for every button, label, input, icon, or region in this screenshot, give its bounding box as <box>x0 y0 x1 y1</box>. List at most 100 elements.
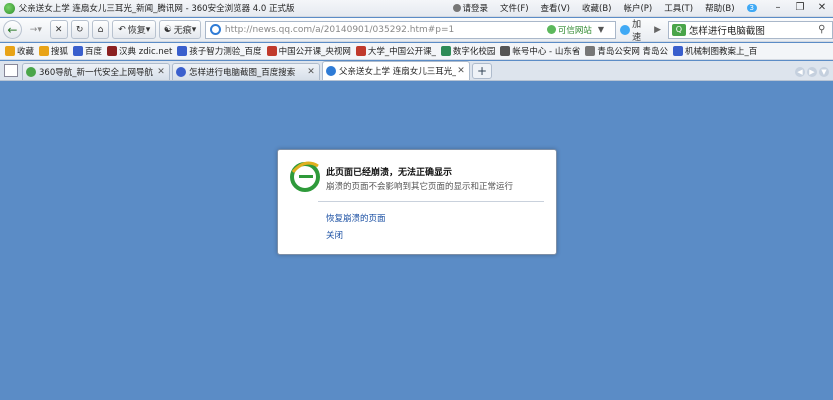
undo-icon: ↶ <box>118 24 126 35</box>
crash-title: 此页面已经崩溃，无法正确显示 <box>326 168 453 178</box>
menu-account[interactable]: 帐户(P) <box>623 2 652 14</box>
tab-bar: 360导航_新一代安全上网导航 ✕ 怎样进行电脑截图_百度搜索 ✕ 父亲送女上学 连扇女… <box>0 61 833 81</box>
menu-view[interactable]: 查看(V) <box>541 2 570 14</box>
divider <box>318 201 544 202</box>
favorites-bar: 收藏 搜狐 百度 汉典 zdic.net 孩子智力测验_百度 中国公开课_央视网 大学_中国… <box>0 43 833 60</box>
tab-scroll-controls: ◀ ▶ ▼ <box>793 67 829 77</box>
tab-favicon-icon <box>176 67 186 77</box>
minimize-button[interactable]: – <box>767 0 789 16</box>
account-icon <box>500 46 511 56</box>
menu-favorites[interactable]: 收藏(B) <box>582 2 611 14</box>
favorite-item[interactable]: 百度 <box>73 45 102 57</box>
favorite-label: 百度 <box>85 47 103 57</box>
browser-tab[interactable]: 怎样进行电脑截图_百度搜索 ✕ <box>172 63 320 80</box>
search-icon[interactable]: ⚲ <box>818 24 832 35</box>
address-bar[interactable]: http://news.qq.com/a/20140901/035292.htm… <box>204 20 617 39</box>
favorite-label: 搜狐 <box>51 47 69 57</box>
page-icon <box>209 24 221 35</box>
tab-scroll-left-icon[interactable]: ◀ <box>795 67 805 77</box>
menu-file[interactable]: 文件(F) <box>500 2 529 14</box>
favorite-label: 帐号中心 - 山东省 <box>512 47 581 57</box>
favorite-label: 数字化校园 <box>452 47 496 57</box>
forward-button[interactable]: →▾ <box>25 20 47 39</box>
favorite-item[interactable]: 中国公开课_央视网 <box>266 45 351 57</box>
close-window-button[interactable]: ✕ <box>811 0 833 16</box>
menu-bar: 请登录 文件(F) 查看(V) 收藏(B) 帐户(P) 工具(T) 帮助(B) … <box>447 2 764 14</box>
refresh-button[interactable]: ↻ <box>70 20 89 39</box>
baidu-icon <box>177 46 188 56</box>
favorite-label: 中国公开课_央视网 <box>278 47 351 57</box>
baidu-icon <box>73 46 84 56</box>
browser-tab[interactable]: 360导航_新一代安全上网导航 ✕ <box>22 63 170 80</box>
campus-icon <box>440 46 451 56</box>
login-menu[interactable]: 请登录 <box>452 2 488 14</box>
favorite-label: 收藏 <box>17 47 35 57</box>
favorite-item[interactable]: 数字化校园 <box>440 45 496 57</box>
search-box[interactable]: Q 怎样进行电脑截图 ⚲ <box>667 20 833 39</box>
favorite-item[interactable]: 机械制图教案上_百 <box>673 45 757 57</box>
incognito-button[interactable]: ☯ 无痕 ▾ <box>159 20 201 39</box>
maximize-button[interactable]: ❐ <box>789 0 811 16</box>
search-engine-icon[interactable]: Q <box>671 23 686 36</box>
browser-logo-icon <box>4 2 15 14</box>
sidebar-toggle-icon[interactable] <box>4 64 18 77</box>
police-icon <box>585 46 596 56</box>
favorite-label: 大学_中国公开课_ <box>367 47 436 57</box>
navigation-bar: ← →▾ ✕ ↻ ⌂ ↶ 恢复 ▾ ☯ 无痕 ▾ http://news.qq.com/… <box>0 17 833 43</box>
title-bar: 父亲送女上学 连扇女儿三耳光_新闻_腾讯网 - 360安全浏览器 4.0 正式版… <box>0 0 833 17</box>
tab-label: 父亲送女上学 连扇女儿三耳光_ <box>339 67 456 77</box>
ie-logo-icon <box>290 161 320 192</box>
baidu-icon <box>673 46 684 56</box>
tab-strip: 360导航_新一代安全上网导航 ✕ 怎样进行电脑截图_百度搜索 ✕ 父亲送女上学 连扇女… <box>22 61 472 80</box>
window-controls: – ❐ ✕ <box>767 0 833 16</box>
tab-favicon-icon <box>26 67 36 77</box>
search-input[interactable]: 怎样进行电脑截图 <box>689 23 818 37</box>
star-icon <box>5 46 15 56</box>
speed-up-button[interactable]: 加速 <box>620 17 650 43</box>
url-input[interactable]: http://news.qq.com/a/20140901/035292.htm… <box>225 25 547 35</box>
back-button[interactable]: ← <box>3 20 22 39</box>
cctv-icon <box>355 46 366 56</box>
window-title: 父亲送女上学 连扇女儿三耳光_新闻_腾讯网 - 360安全浏览器 4.0 正式版 <box>18 4 295 14</box>
favorite-label: 青岛公安网 青岛公 <box>597 47 669 57</box>
notification-badge[interactable]: 3 <box>746 4 757 12</box>
tab-close-icon[interactable]: ✕ <box>456 66 466 76</box>
incognito-icon: ☯ <box>163 24 172 35</box>
tab-label: 360导航_新一代安全上网导航 <box>39 68 153 78</box>
restore-button[interactable]: ↶ 恢复 ▾ <box>112 20 157 39</box>
tab-label: 怎样进行电脑截图_百度搜索 <box>189 68 296 78</box>
favorite-label: 汉典 zdic.net <box>119 47 173 57</box>
shield-icon <box>546 25 556 34</box>
tab-favicon-icon <box>326 66 336 76</box>
lightning-icon <box>620 24 631 35</box>
restore-page-link[interactable]: 恢复崩溃的页面 <box>326 212 386 224</box>
favorite-item[interactable]: 帐号中心 - 山东省 <box>500 45 580 57</box>
browser-tab[interactable]: 父亲送女上学 连扇女儿三耳光_ ✕ <box>322 61 470 80</box>
sohu-icon <box>39 46 50 56</box>
tab-close-icon[interactable]: ✕ <box>306 67 316 77</box>
stop-button[interactable]: ✕ <box>49 20 68 39</box>
trusted-site-badge[interactable]: 可信网站 <box>546 24 592 36</box>
favorite-item[interactable]: 青岛公安网 青岛公 <box>585 45 668 57</box>
tab-scroll-right-icon[interactable]: ▶ <box>807 67 817 77</box>
address-dropdown-icon[interactable]: ▼ <box>595 25 607 34</box>
menu-help[interactable]: 帮助(B) <box>705 2 734 14</box>
favorite-label: 孩子智力测验_百度 <box>189 47 262 57</box>
zdic-icon <box>107 46 118 56</box>
tab-close-icon[interactable]: ✕ <box>156 67 166 77</box>
crash-description: 崩溃的页面不会影响到其它页面的显示和正常运行 <box>326 182 514 192</box>
menu-tools[interactable]: 工具(T) <box>664 2 693 14</box>
favorite-item[interactable]: 收藏 <box>5 45 34 57</box>
favorite-label: 机械制图教案上_百 <box>685 47 758 57</box>
user-icon <box>452 4 461 12</box>
favorite-item[interactable]: 搜狐 <box>39 45 68 57</box>
favorite-item[interactable]: 大学_中国公开课_ <box>355 45 436 57</box>
go-arrow-icon[interactable]: ▶ <box>654 25 666 35</box>
home-button[interactable]: ⌂ <box>91 20 110 39</box>
new-tab-button[interactable]: + <box>472 63 492 79</box>
favorite-item[interactable]: 汉典 zdic.net <box>107 45 172 57</box>
cctv-icon <box>266 46 277 56</box>
tab-list-icon[interactable]: ▼ <box>819 67 829 77</box>
close-link[interactable]: 关闭 <box>326 229 343 241</box>
favorite-item[interactable]: 孩子智力测验_百度 <box>177 45 262 57</box>
